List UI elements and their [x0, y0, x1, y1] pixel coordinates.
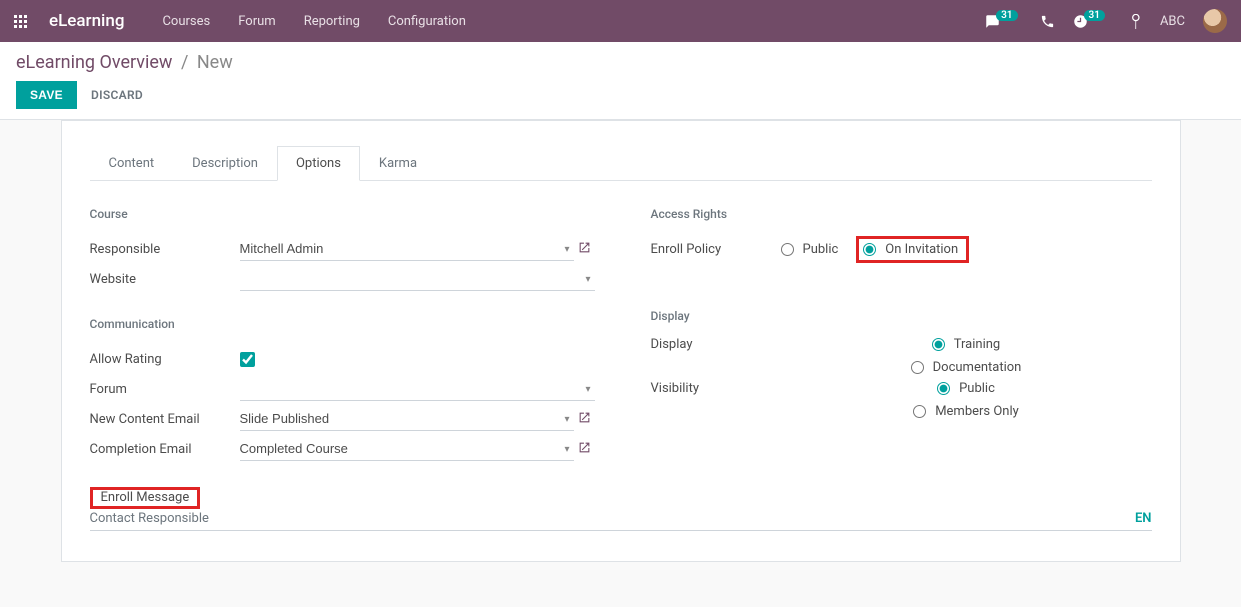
messages-badge: 31 [996, 10, 1017, 21]
tab-description[interactable]: Description [173, 146, 277, 181]
display-training-label: Training [954, 337, 1000, 352]
enroll-invitation-option[interactable]: On Invitation [863, 242, 958, 257]
completion-email-input[interactable] [240, 437, 575, 461]
section-access-rights: Access Rights [651, 207, 1152, 221]
allow-rating-checkbox[interactable] [240, 352, 255, 367]
forum-input[interactable] [240, 377, 596, 401]
allow-rating-label: Allow Rating [90, 352, 240, 367]
highlight-on-invitation: On Invitation [856, 236, 969, 263]
responsible-input[interactable] [240, 237, 575, 261]
visibility-public-radio[interactable] [937, 382, 950, 395]
form-sheet: Content Description Options Karma Course… [61, 120, 1181, 562]
enroll-public-label: Public [803, 242, 839, 257]
brand-title[interactable]: eLearning [49, 11, 124, 31]
website-input[interactable] [240, 267, 596, 291]
display-documentation-option[interactable]: Documentation [911, 360, 1022, 375]
debug-icon[interactable] [1127, 14, 1142, 29]
phone-icon[interactable] [1040, 14, 1055, 29]
visibility-members-label: Members Only [935, 404, 1019, 419]
new-content-email-input[interactable] [240, 407, 575, 431]
user-initials[interactable]: ABC [1160, 14, 1185, 29]
tabs: Content Description Options Karma [90, 145, 1152, 181]
avatar[interactable] [1203, 9, 1227, 33]
enroll-message-subtext[interactable]: Contact Responsible [90, 511, 1135, 526]
save-button[interactable]: SAVE [16, 81, 77, 109]
section-communication: Communication [90, 317, 591, 331]
visibility-public-option[interactable]: Public [937, 381, 995, 396]
visibility-public-label: Public [959, 381, 995, 396]
nav-reporting[interactable]: Reporting [304, 14, 360, 29]
visibility-members-radio[interactable] [913, 405, 926, 418]
nav-forum[interactable]: Forum [238, 14, 275, 29]
activities-icon[interactable]: 31 [1073, 14, 1109, 29]
language-tag[interactable]: EN [1135, 511, 1152, 526]
enroll-public-radio[interactable] [781, 243, 794, 256]
display-documentation-radio[interactable] [911, 361, 924, 374]
enroll-message-header: Enroll Message [97, 487, 194, 508]
visibility-members-option[interactable]: Members Only [913, 404, 1019, 419]
enroll-policy-label: Enroll Policy [651, 242, 781, 257]
display-label: Display [651, 337, 781, 352]
nav-configuration[interactable]: Configuration [388, 14, 466, 29]
section-course: Course [90, 207, 591, 221]
breadcrumb-parent[interactable]: eLearning Overview [16, 52, 172, 73]
website-label: Website [90, 272, 240, 287]
responsible-label: Responsible [90, 242, 240, 257]
activities-badge: 31 [1084, 10, 1105, 21]
display-training-option[interactable]: Training [932, 337, 1000, 352]
nav-courses[interactable]: Courses [162, 14, 210, 29]
tab-options[interactable]: Options [277, 146, 360, 181]
new-content-email-label: New Content Email [90, 412, 240, 427]
external-link-icon[interactable] [578, 411, 591, 428]
tab-karma[interactable]: Karma [360, 146, 436, 181]
display-training-radio[interactable] [932, 338, 945, 351]
top-navbar: eLearning Courses Forum Reporting Config… [0, 0, 1241, 42]
completion-email-label: Completion Email [90, 442, 240, 457]
breadcrumb-current: New [197, 52, 233, 73]
external-link-icon[interactable] [578, 241, 591, 258]
enroll-public-option[interactable]: Public [781, 242, 839, 257]
external-link-icon[interactable] [578, 441, 591, 458]
highlight-enroll-message: Enroll Message [90, 487, 201, 509]
forum-label: Forum [90, 382, 240, 397]
tab-content[interactable]: Content [90, 146, 174, 181]
display-documentation-label: Documentation [933, 360, 1022, 375]
enroll-invitation-radio[interactable] [863, 243, 876, 256]
section-display: Display [651, 309, 1152, 323]
breadcrumb: eLearning Overview / New [16, 52, 1225, 73]
apps-icon[interactable] [14, 15, 27, 28]
subheader: eLearning Overview / New SAVE DISCARD [0, 42, 1241, 120]
discard-button[interactable]: DISCARD [91, 88, 143, 102]
messages-icon[interactable]: 31 [985, 14, 1021, 29]
enroll-invitation-label: On Invitation [885, 242, 958, 257]
visibility-label: Visibility [651, 381, 781, 396]
